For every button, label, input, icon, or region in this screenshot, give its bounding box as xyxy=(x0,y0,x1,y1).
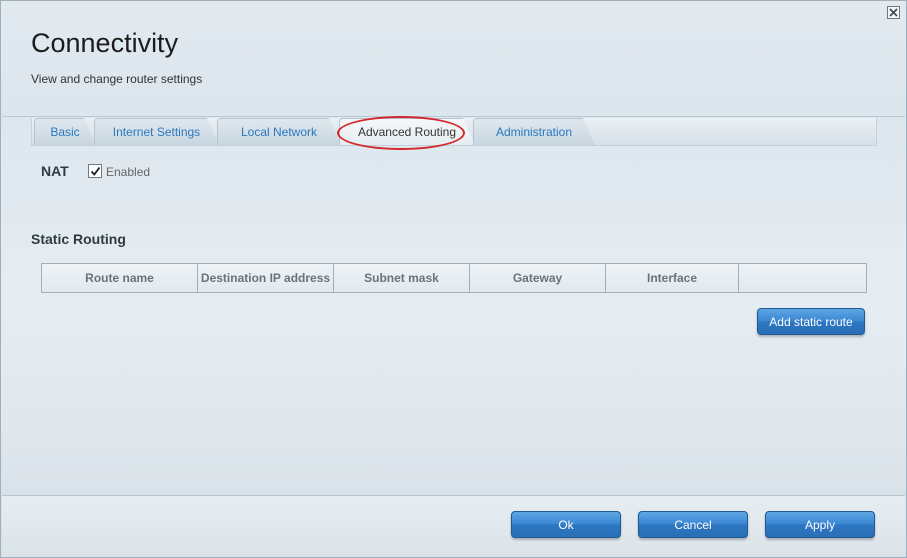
tab-internet-settings[interactable]: Internet Settings xyxy=(94,118,219,145)
static-route-table: Route name Destination IP address Subnet… xyxy=(41,263,867,293)
checkmark-icon xyxy=(90,166,100,176)
column-gateway: Gateway xyxy=(469,263,606,293)
tab-administration[interactable]: Administration xyxy=(473,118,595,145)
tab-label: Administration xyxy=(495,125,573,139)
nat-enabled-checkbox[interactable] xyxy=(88,164,102,178)
apply-button[interactable]: Apply xyxy=(765,511,875,538)
tab-label: Internet Settings xyxy=(112,125,201,139)
close-button[interactable] xyxy=(887,6,900,19)
tab-label: Local Network xyxy=(240,125,318,139)
tab-basic[interactable]: Basic xyxy=(34,118,96,145)
column-route-name: Route name xyxy=(41,263,198,293)
page-subtitle: View and change router settings xyxy=(31,72,203,86)
tab-bar: Basic Internet Settings Local Network Ad… xyxy=(31,118,877,146)
add-static-route-button[interactable]: Add static route xyxy=(757,308,865,335)
tab-label: Basic xyxy=(50,125,80,139)
table-header-row: Route name Destination IP address Subnet… xyxy=(41,263,867,293)
close-icon xyxy=(889,8,898,17)
column-actions xyxy=(738,263,867,293)
nat-enabled-label: Enabled xyxy=(106,165,151,179)
static-routing-title: Static Routing xyxy=(31,231,126,247)
header-divider xyxy=(2,116,905,117)
column-destination-ip: Destination IP address xyxy=(197,263,334,293)
tab-label: Advanced Routing xyxy=(357,125,457,139)
ok-button[interactable]: Ok xyxy=(511,511,621,538)
tab-local-network[interactable]: Local Network xyxy=(217,118,341,145)
tab-advanced-routing[interactable]: Advanced Routing xyxy=(339,118,475,145)
nat-label: NAT xyxy=(41,163,69,179)
column-subnet-mask: Subnet mask xyxy=(333,263,470,293)
connectivity-dialog: Connectivity View and change router sett… xyxy=(0,0,907,558)
page-title: Connectivity xyxy=(31,28,179,58)
column-interface: Interface xyxy=(605,263,739,293)
cancel-button[interactable]: Cancel xyxy=(638,511,748,538)
